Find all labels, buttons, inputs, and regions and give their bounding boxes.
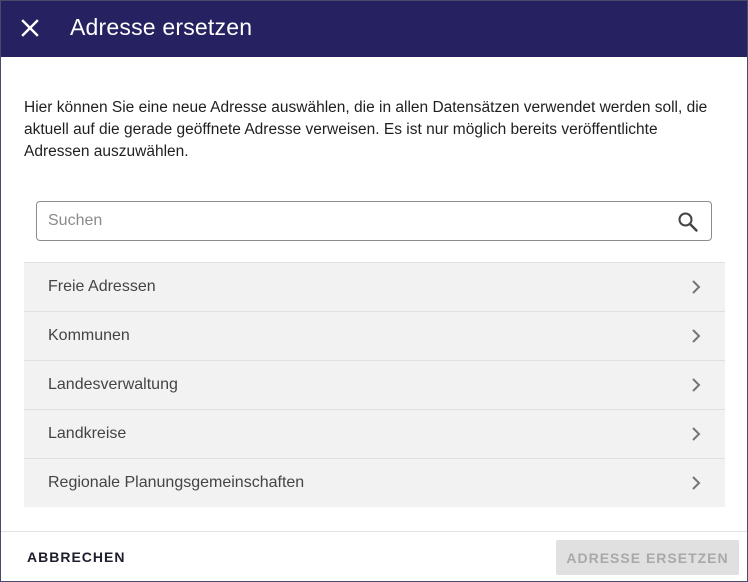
list-item-label: Landkreise (48, 425, 127, 442)
footer-divider (1, 531, 747, 532)
cancel-button[interactable]: ABBRECHEN (17, 541, 135, 573)
close-button[interactable] (15, 13, 45, 43)
chevron-right-icon (692, 476, 701, 490)
list-item-landkreise[interactable]: Landkreise (24, 410, 725, 459)
search-input[interactable] (48, 206, 648, 236)
list-item-freie-adressen[interactable]: Freie Adressen (24, 263, 725, 312)
list-item-kommunen[interactable]: Kommunen (24, 312, 725, 361)
list-item-regionale-planungsgemeinschaften[interactable]: Regionale Planungsgemeinschaften (24, 459, 725, 507)
chevron-right-icon (692, 427, 701, 441)
chevron-right-icon (692, 378, 701, 392)
list-item-label: Regionale Planungsgemeinschaften (48, 474, 305, 491)
dialog-description: Hier können Sie eine neue Adresse auswäh… (24, 99, 708, 160)
address-category-list: Freie Adressen Kommunen Landesverwaltung… (24, 262, 725, 507)
chevron-right-icon (692, 329, 701, 343)
list-item-label: Kommunen (48, 327, 130, 344)
search-icon[interactable] (677, 211, 699, 233)
search-box (36, 201, 712, 241)
list-item-label: Freie Adressen (48, 278, 156, 295)
list-item-landesverwaltung[interactable]: Landesverwaltung (24, 361, 725, 410)
list-item-label: Landesverwaltung (48, 376, 178, 393)
chevron-right-icon (692, 280, 701, 294)
close-icon (21, 19, 39, 37)
replace-address-button[interactable]: ADRESSE ERSETZEN (556, 540, 739, 575)
dialog-title: Adresse ersetzen (70, 14, 253, 40)
dialog-header: Adresse ersetzen (1, 1, 747, 57)
replace-address-dialog: Adresse ersetzen Hier können Sie eine ne… (0, 0, 748, 582)
